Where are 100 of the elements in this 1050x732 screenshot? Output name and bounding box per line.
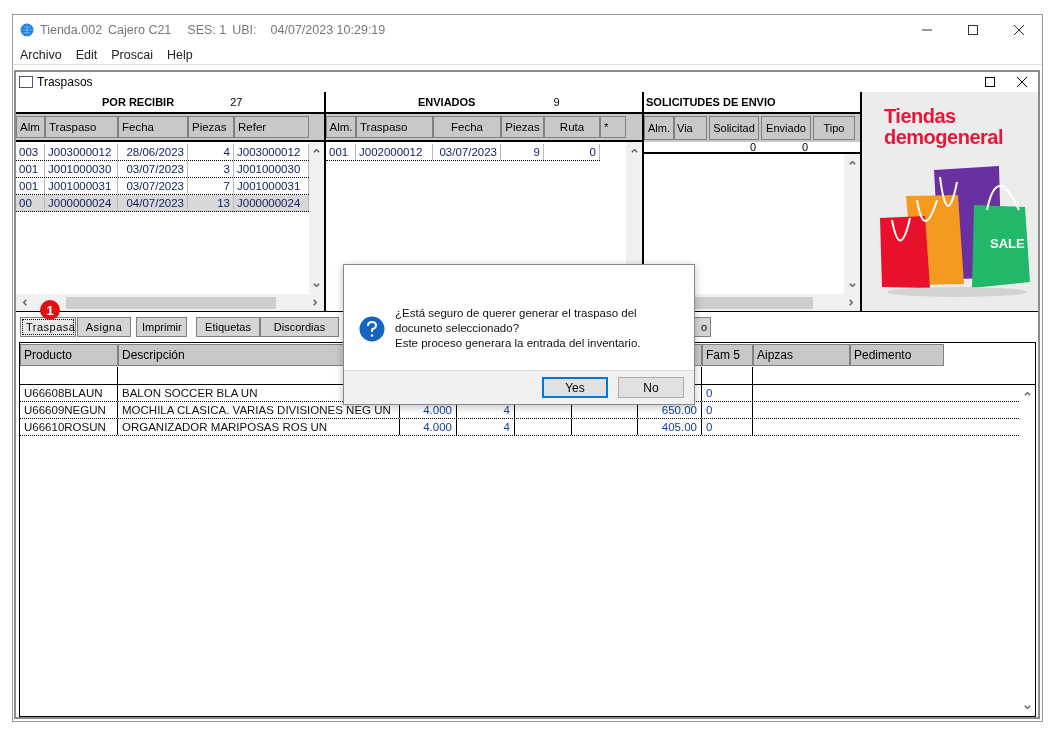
column-header[interactable]: Piezas bbox=[501, 116, 544, 138]
close-icon bbox=[1014, 25, 1024, 35]
column-header[interactable]: Refer bbox=[234, 116, 309, 138]
column-header[interactable]: Solicitad bbox=[709, 116, 759, 140]
table-cell: J003000012 bbox=[45, 144, 118, 160]
maximize-icon bbox=[985, 77, 995, 87]
table-cell: 405.00 bbox=[638, 419, 702, 435]
total-value: 0 bbox=[748, 142, 756, 152]
table-cell: J000000024 bbox=[45, 195, 118, 211]
table-cell: 4.000 bbox=[400, 419, 457, 435]
table-cell: J002000012 bbox=[356, 144, 433, 160]
table-row[interactable]: 001 J001000030 03/07/2023 3 J001000030 bbox=[16, 161, 309, 178]
table-cell: 03/07/2023 bbox=[118, 178, 188, 194]
toolbar-button[interactable]: Imprimir bbox=[136, 317, 187, 337]
column-header[interactable]: * bbox=[600, 116, 626, 138]
table-cell: U66608BLAUN bbox=[20, 385, 118, 401]
column-header[interactable]: Producto bbox=[20, 344, 118, 366]
menu-item[interactable]: Help bbox=[166, 47, 193, 62]
toolbar-button[interactable]: Asigna bbox=[77, 317, 131, 337]
total-value: 0 bbox=[800, 142, 808, 152]
menu-item[interactable]: Edit bbox=[75, 47, 98, 62]
toolbar-button[interactable]: Traspasa bbox=[20, 317, 76, 337]
cashier-label: Cajero C21 bbox=[108, 23, 172, 37]
column-header[interactable]: Alm bbox=[16, 116, 45, 138]
column-header[interactable]: Alm. bbox=[326, 116, 356, 138]
table-cell: 001 bbox=[16, 178, 45, 194]
count-label: 27 bbox=[230, 96, 243, 108]
sale-label: SALE bbox=[990, 236, 1025, 251]
table-cell: 04/07/2023 bbox=[118, 195, 188, 211]
panel-title: SOLICITUDES DE ENVIO bbox=[646, 96, 776, 108]
table-cell: 0 bbox=[702, 402, 753, 418]
chevron-right-icon[interactable] bbox=[311, 298, 320, 307]
toolbar-button[interactable]: Discordias bbox=[260, 317, 339, 337]
table-cell: 28/06/2023 bbox=[118, 144, 188, 160]
toolbar-button[interactable]: Etiquetas bbox=[196, 317, 260, 337]
chevron-up-icon[interactable] bbox=[847, 158, 857, 167]
table-cell: J001000031 bbox=[45, 178, 118, 194]
close-icon bbox=[1017, 77, 1027, 87]
column-header[interactable]: Enviado bbox=[761, 116, 811, 140]
panel-title: POR RECIBIR bbox=[102, 96, 175, 108]
table-row[interactable]: 00 J000000024 04/07/2023 13 J000000024 bbox=[16, 195, 309, 212]
chevron-right-icon[interactable] bbox=[847, 298, 856, 307]
location-label: UBI: bbox=[232, 23, 257, 37]
column-header[interactable]: Ruta bbox=[544, 116, 600, 138]
column-header[interactable]: Via bbox=[674, 116, 707, 140]
column-header[interactable]: Piezas bbox=[188, 116, 234, 138]
column-header[interactable]: Traspaso bbox=[45, 116, 118, 138]
table-row[interactable]: 003 J003000012 28/06/2023 4 J003000012 bbox=[16, 144, 309, 161]
column-header[interactable]: Alm. bbox=[644, 116, 674, 140]
table-cell: 7 bbox=[188, 178, 234, 194]
column-header[interactable]: Pedimento bbox=[850, 344, 944, 366]
banner-title: Tiendas demogeneral bbox=[884, 106, 1004, 148]
table-cell: 0 bbox=[702, 385, 753, 401]
table-row[interactable]: 001 J002000012 03/07/2023 9 0 bbox=[326, 144, 600, 161]
window-icon bbox=[19, 76, 33, 88]
chevron-up-icon[interactable] bbox=[312, 146, 321, 155]
column-header[interactable]: Fecha bbox=[118, 116, 188, 138]
column-header[interactable]: Fam 5 bbox=[702, 344, 753, 366]
table-cell: 03/07/2023 bbox=[433, 144, 501, 160]
column-header[interactable]: Aipzas bbox=[753, 344, 850, 366]
chevron-up-icon[interactable] bbox=[629, 146, 639, 155]
table-cell: 9 bbox=[501, 144, 544, 160]
column-header[interactable]: Fecha bbox=[433, 116, 501, 138]
chevron-up-icon[interactable] bbox=[1022, 389, 1032, 398]
column-header[interactable]: Tipo bbox=[813, 116, 855, 140]
globe-icon bbox=[20, 23, 34, 37]
chevron-down-icon[interactable] bbox=[1022, 703, 1032, 712]
chevron-left-icon[interactable] bbox=[20, 298, 29, 307]
window-title: Tienda.002 bbox=[40, 23, 103, 37]
datetime-label: 04/07/2023 10:29:19 bbox=[270, 23, 386, 37]
table-cell: 00 bbox=[16, 195, 45, 211]
scrollbar[interactable] bbox=[309, 142, 324, 294]
panel-title: ENVIADOS bbox=[418, 96, 476, 108]
table-cell: 001 bbox=[326, 144, 356, 160]
table-cell: 3 bbox=[188, 161, 234, 177]
table-cell: 13 bbox=[188, 195, 234, 211]
table-cell: 4 bbox=[457, 419, 515, 435]
table-cell: 0 bbox=[702, 419, 753, 435]
session-label: SES: 1 bbox=[187, 23, 227, 37]
table-cell: U66609NEGUN bbox=[20, 402, 118, 418]
chevron-down-icon[interactable] bbox=[312, 281, 321, 290]
chevron-down-icon[interactable] bbox=[847, 281, 857, 290]
table-cell: 003 bbox=[16, 144, 45, 160]
table-cell: 0 bbox=[544, 144, 600, 160]
table-cell: U66610ROSUN bbox=[20, 419, 118, 435]
table-cell: 001 bbox=[16, 161, 45, 177]
menu-item[interactable]: Archivo bbox=[20, 47, 62, 62]
table-cell: J001000030 bbox=[45, 161, 118, 177]
question-icon bbox=[359, 315, 385, 342]
menu-item[interactable]: Proscai bbox=[111, 47, 153, 62]
column-header[interactable]: Traspaso bbox=[356, 116, 433, 138]
child-window-title: Traspasos bbox=[37, 75, 93, 89]
count-label: 9 bbox=[553, 96, 560, 108]
dialog-button[interactable]: No bbox=[618, 377, 684, 398]
dialog-button[interactable]: Yes bbox=[542, 377, 608, 398]
scrollbar[interactable] bbox=[844, 154, 860, 294]
table-cell: ORGANIZADOR MARIPOSAS ROS UN bbox=[118, 419, 400, 435]
maximize-icon bbox=[968, 25, 978, 35]
table-cell: 03/07/2023 bbox=[118, 161, 188, 177]
table-cell: 4 bbox=[188, 144, 234, 160]
